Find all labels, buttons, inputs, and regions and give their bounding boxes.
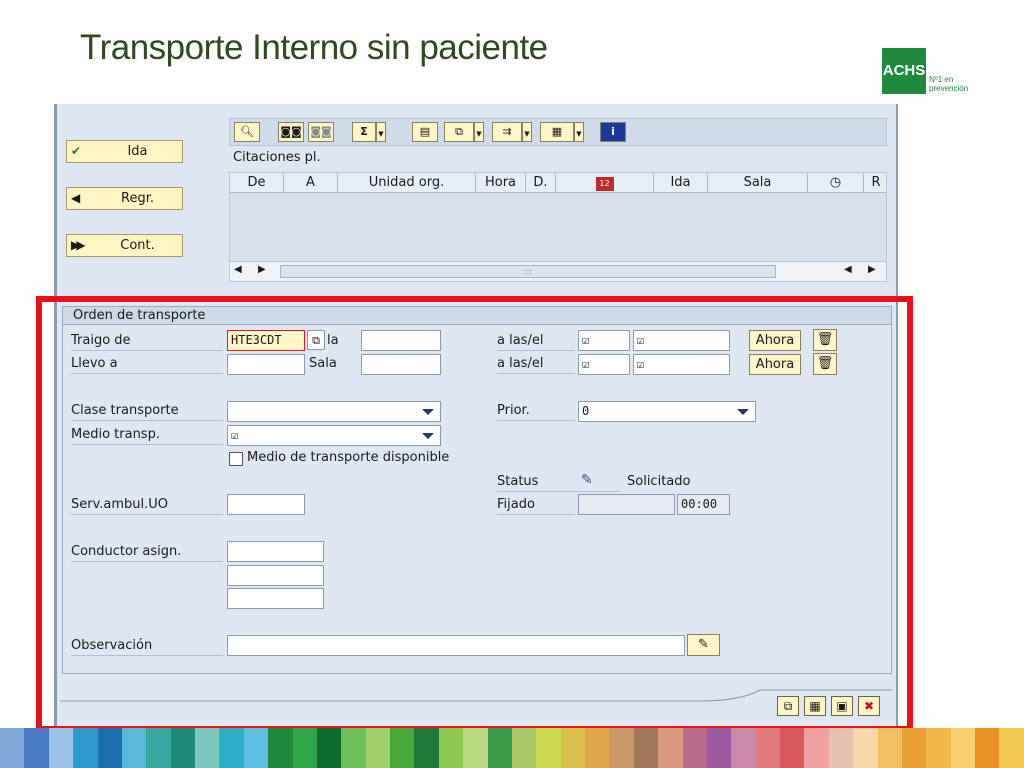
export-icon[interactable]: ⧉ — [444, 122, 474, 142]
grid-toolbar: 🔍︎ ◙◙ ◙◙ Σ ▼ ▤ ⧉ ▼ ⇉ ▼ ▦ ▼ i — [229, 118, 887, 146]
regr-button-label: Regr. — [121, 191, 154, 206]
scroll-left-icon[interactable]: ◀ — [844, 264, 852, 275]
info-icon[interactable]: i — [600, 122, 626, 142]
citaciones-grid: De A Unidad org. Hora D. 12 Ida Sala ◷ R… — [229, 172, 887, 282]
cont-button-label: Cont. — [120, 238, 155, 253]
decorative-stripe — [0, 728, 1024, 768]
magnifier-icon[interactable]: 🔍︎ — [234, 122, 260, 142]
column-header[interactable]: Sala — [708, 173, 808, 193]
scroll-thumb[interactable]: ::: — [280, 265, 776, 278]
arrow-left-icon: ◀ — [71, 191, 81, 205]
sum-icon[interactable]: Σ — [352, 122, 376, 142]
slide-title: Transporte Interno sin paciente — [80, 28, 548, 67]
calendar-icon: 12 — [595, 177, 614, 191]
citaciones-label: Citaciones pl. — [233, 150, 321, 165]
clock-icon: ◷ — [829, 175, 842, 190]
binoculars-next-icon[interactable]: ◙◙ — [308, 122, 334, 142]
logo-tagline-line2: prevención — [929, 84, 969, 93]
achs-logo: ACHS Nº1 en prevención — [882, 48, 972, 94]
logo-brand: ACHS — [882, 48, 926, 94]
regr-button[interactable]: ◀ Regr. — [66, 187, 183, 210]
ida-button[interactable]: ✔ Ida — [66, 140, 183, 163]
layout-dropdown-icon[interactable]: ▼ — [522, 122, 532, 142]
scroll-right-icon[interactable]: ▶ — [258, 264, 266, 275]
highlight-frame — [36, 296, 913, 732]
check-icon: ✔ — [71, 144, 82, 158]
print-icon[interactable]: ▤ — [412, 122, 438, 142]
column-header[interactable]: R — [864, 173, 888, 193]
fast-forward-icon: ▶▶ — [71, 238, 86, 252]
column-header[interactable]: Hora — [476, 173, 526, 193]
column-header[interactable]: Unidad org. — [338, 173, 476, 193]
scroll-right-icon[interactable]: ▶ — [868, 264, 876, 275]
scroll-left-icon[interactable]: ◀ — [234, 264, 242, 275]
column-header[interactable]: A — [284, 173, 338, 193]
column-header[interactable]: De — [230, 173, 284, 193]
save-layout-icon[interactable]: ⇉ — [492, 122, 522, 142]
ida-button-label: Ida — [127, 144, 148, 159]
logo-tagline-line1: Nº1 en — [929, 75, 954, 84]
export-dropdown-icon[interactable]: ▼ — [474, 122, 484, 142]
column-header[interactable]: D. — [526, 173, 556, 193]
sum-dropdown-icon[interactable]: ▼ — [376, 122, 386, 142]
logo-tagline: Nº1 en prevención — [929, 75, 968, 93]
cont-button[interactable]: ▶▶ Cont. — [66, 234, 183, 257]
column-header-clock[interactable]: ◷ — [808, 173, 864, 193]
column-header[interactable]: Ida — [654, 173, 708, 193]
columns-icon[interactable]: ▦ — [540, 122, 574, 142]
horizontal-scrollbar[interactable]: ◀ ▶ ::: ◀ ▶ — [230, 261, 886, 281]
grid-header: De A Unidad org. Hora D. 12 Ida Sala ◷ R — [230, 173, 886, 193]
columns-dropdown-icon[interactable]: ▼ — [574, 122, 584, 142]
binoculars-icon[interactable]: ◙◙ — [278, 122, 304, 142]
column-header-calendar[interactable]: 12 — [556, 173, 654, 193]
